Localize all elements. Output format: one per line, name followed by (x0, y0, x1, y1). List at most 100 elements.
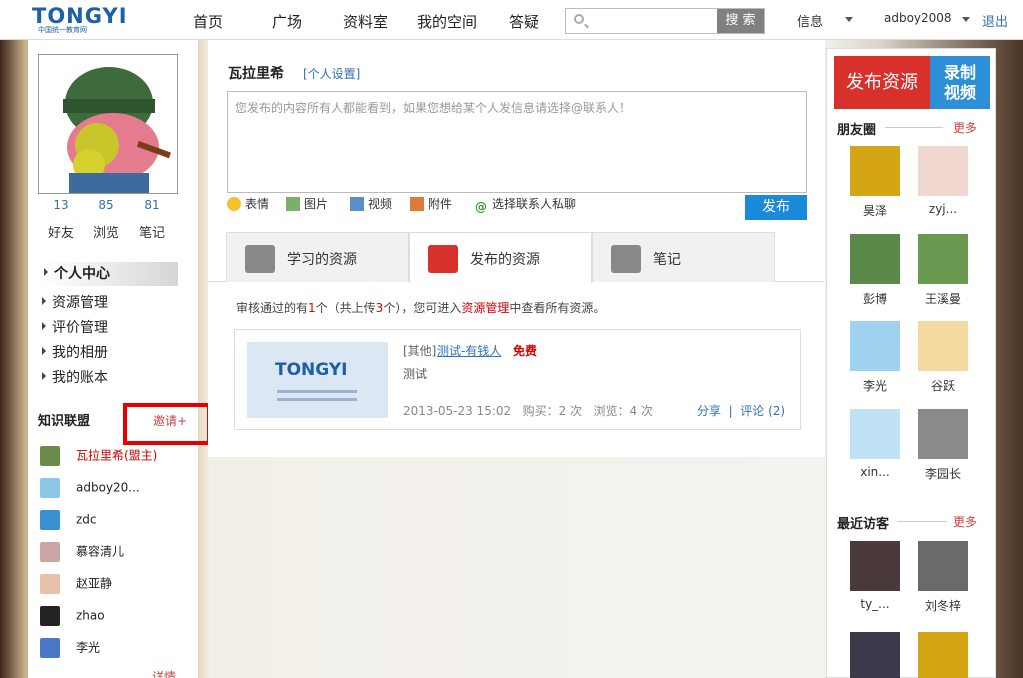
attachment-button[interactable]: 附件 (410, 195, 452, 212)
friend-item[interactable]: 谷跃 (913, 321, 973, 394)
friend-name: zyj... (928, 202, 958, 216)
member-item[interactable]: 赵亚静 (40, 574, 112, 594)
member-item[interactable]: adboy20... (40, 478, 140, 498)
resource-title-link[interactable]: 测试-有钱人 (437, 342, 501, 359)
book-icon (245, 245, 275, 273)
visitor-name: ty_... (860, 597, 890, 611)
member-item[interactable]: 慕容清儿 (40, 542, 124, 562)
tool-label: 表情 (245, 197, 270, 211)
thumbnail-line (277, 390, 357, 393)
invite-link[interactable]: 邀请+ (153, 412, 187, 429)
friend-item[interactable]: 昊泽 (845, 146, 905, 219)
video-icon (350, 197, 364, 211)
logout-link[interactable]: 退出 (982, 11, 1008, 30)
right-sidebar: 发布资源 录制视频 朋友圈 更多 昊泽 zyj... 彭博 王溪曼 李光 谷跃 … (826, 48, 996, 678)
menu-label: 评价管理 (52, 320, 108, 336)
visitor-item[interactable]: ty_... (845, 541, 905, 611)
publish-resource-button[interactable]: 发布资源 (834, 56, 930, 109)
member-name: zhao (76, 608, 105, 623)
resource-description: 测试 (403, 367, 428, 381)
resource-thumbnail[interactable]: TONGYI (247, 342, 388, 418)
notice-text: 个（共上传 (315, 301, 376, 315)
chevron-down-icon[interactable] (962, 17, 970, 22)
friend-avatar (850, 234, 900, 284)
triangle-right-icon (42, 322, 46, 330)
views-count[interactable]: 85 (86, 198, 126, 212)
nav-my-space[interactable]: 我的空间 (417, 11, 477, 32)
emoji-button[interactable]: 表情 (227, 195, 269, 212)
member-item[interactable]: 李光 (40, 638, 100, 658)
triangle-right-icon (42, 297, 46, 305)
visitor-item[interactable] (913, 632, 973, 678)
friend-item[interactable]: 王溪曼 (913, 234, 973, 307)
at-icon: @ (475, 200, 487, 214)
friend-item[interactable]: 李光 (845, 321, 905, 394)
member-item[interactable]: zdc (40, 510, 97, 530)
menu-personal-center[interactable]: 个人中心 (42, 262, 178, 286)
video-button[interactable]: 视频 (350, 195, 392, 212)
chevron-down-icon[interactable] (845, 17, 853, 22)
menu-my-account[interactable]: 我的账本 (42, 367, 108, 387)
nav-qa[interactable]: 答疑 (509, 11, 539, 32)
alliance-more-link[interactable]: 详情 (152, 668, 176, 678)
friends-section-title: 朋友圈 (837, 123, 877, 138)
notice-text: 中查看所有资源。 (509, 301, 606, 315)
alliance-title: 知识联盟 (38, 414, 91, 429)
member-name: 李光 (76, 640, 101, 655)
friend-name: xin... (860, 465, 890, 479)
tab-learned-resources[interactable]: 学习的资源 (226, 232, 409, 282)
status-textarea[interactable]: 您发布的内容所有人都能看到，如果您想给某个人发信息请选择@联系人！ (227, 91, 807, 193)
visitor-item[interactable] (845, 632, 905, 678)
private-chat-button[interactable]: @ 选择联系人私聊 (474, 195, 576, 214)
username-menu[interactable]: adboy2008 (884, 11, 952, 25)
upload-cloud-icon (428, 245, 458, 273)
friends-count[interactable]: 13 (41, 198, 81, 212)
image-button[interactable]: 图片 (286, 195, 328, 212)
visitors-more-link[interactable]: 更多 (953, 513, 977, 530)
friend-item[interactable]: 彭博 (845, 234, 905, 307)
friends-more-link[interactable]: 更多 (953, 119, 977, 136)
friend-item[interactable]: zyj... (913, 146, 973, 216)
settings-link[interactable]: [个人设置] (303, 65, 360, 82)
nav-library[interactable]: 资料室 (343, 11, 388, 32)
resource-category: [其他] (403, 344, 437, 358)
search-button[interactable]: 搜 索 (717, 9, 764, 33)
notes-count[interactable]: 81 (132, 198, 172, 212)
friend-name: 李光 (862, 379, 887, 393)
visitor-avatar (918, 541, 968, 591)
resource-management-link[interactable]: 资源管理 (461, 301, 509, 315)
site-logo[interactable]: TONGYI 中国统一教育网 (32, 6, 132, 36)
friend-item[interactable]: xin... (845, 409, 905, 479)
resource-actions[interactable]: 分享 | 评论 (2) (697, 402, 785, 419)
member-item[interactable]: 瓦拉里希(盟主) (40, 446, 157, 466)
notice-text: 个），您可进入 (383, 301, 462, 315)
tab-notes[interactable]: 笔记 (592, 232, 775, 282)
image-icon (286, 197, 300, 211)
nav-square[interactable]: 广场 (272, 11, 302, 32)
record-video-button[interactable]: 录制视频 (930, 56, 990, 109)
friend-avatar (918, 409, 968, 459)
visitor-item[interactable]: 刘冬梓 (913, 541, 973, 614)
main-panel: 瓦拉里希 [个人设置] 您发布的内容所有人都能看到，如果您想给某个人发信息请选择… (208, 40, 825, 457)
resource-meta: 2013-05-23 15:02 购买：2 次 浏览：4 次 (403, 404, 653, 418)
publish-button[interactable]: 发布 (745, 195, 807, 220)
menu-label: 个人中心 (54, 266, 110, 282)
menu-label: 我的相册 (52, 345, 108, 361)
search-input[interactable] (590, 11, 710, 31)
tool-label: 附件 (428, 197, 453, 211)
nav-home[interactable]: 首页 (193, 11, 223, 32)
search-icon (574, 14, 584, 24)
messages-menu[interactable]: 信息 (797, 11, 823, 30)
friend-item[interactable]: 李园长 (913, 409, 973, 482)
menu-my-album[interactable]: 我的相册 (42, 342, 108, 362)
tool-label: 选择联系人私聊 (492, 197, 577, 211)
friend-name: 彭博 (862, 292, 887, 306)
member-avatar (40, 478, 60, 498)
avatar[interactable] (38, 54, 178, 194)
friend-avatar (850, 409, 900, 459)
menu-review-management[interactable]: 评价管理 (42, 317, 108, 337)
tab-published-resources[interactable]: 发布的资源 (409, 232, 592, 283)
member-item[interactable]: zhao (40, 606, 105, 626)
resource-card: TONGYI [其他] 测试-有钱人 免费 测试 2013-05-23 15:0… (234, 329, 801, 430)
menu-resource-management[interactable]: 资源管理 (42, 292, 108, 312)
